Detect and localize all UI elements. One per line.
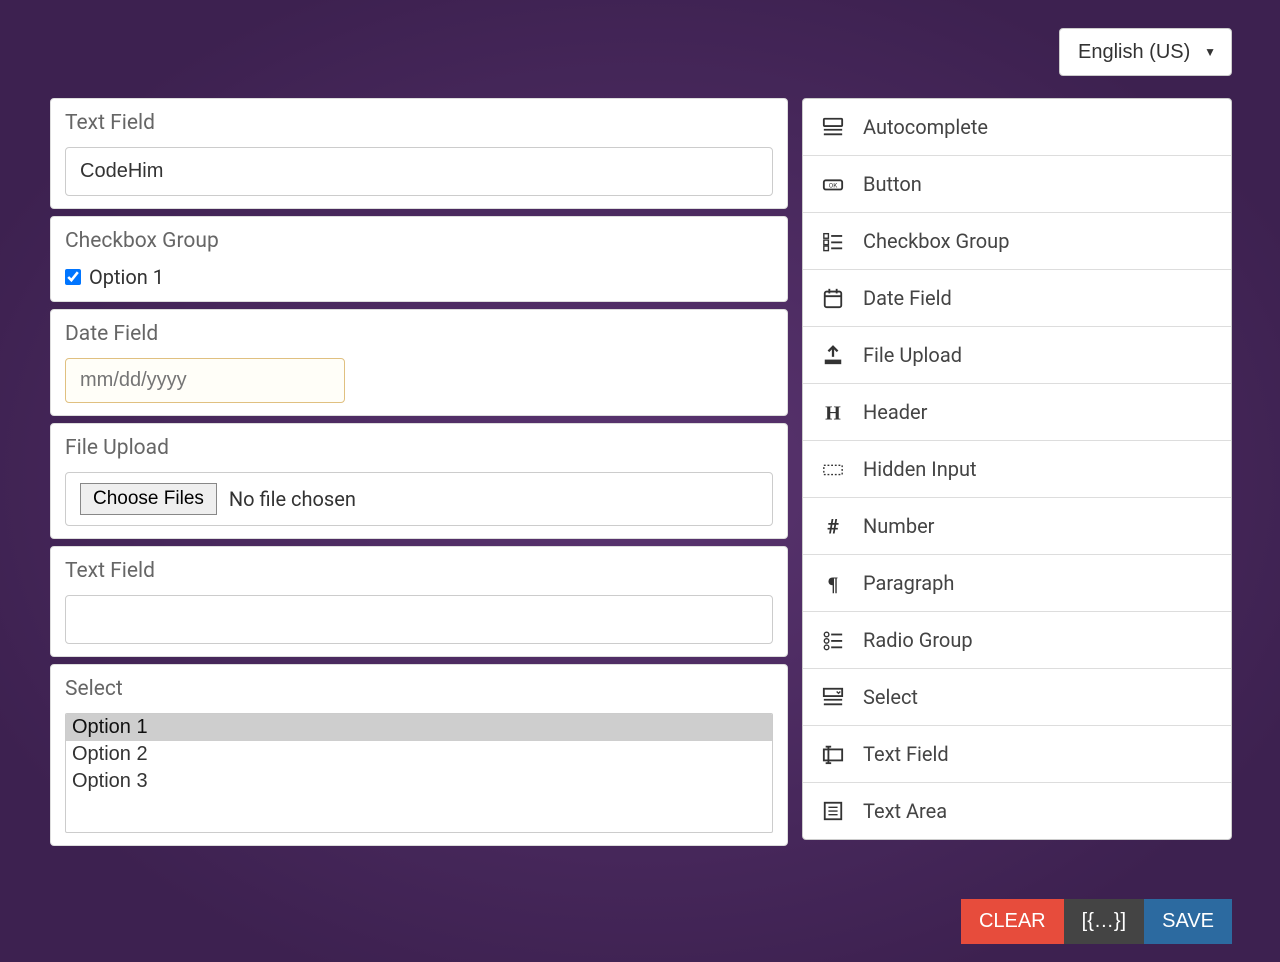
file-status-text: No file chosen [229, 487, 356, 511]
textarea-icon [821, 799, 845, 823]
field-date[interactable]: Date Field [50, 309, 788, 416]
field-label: Select [65, 677, 773, 701]
clear-button[interactable]: CLEAR [961, 899, 1064, 944]
field-text-1[interactable]: Text Field [50, 98, 788, 209]
palette-item-text-area[interactable]: Text Area [803, 783, 1231, 839]
palette-label: Text Area [863, 799, 947, 823]
palette-item-file-upload[interactable]: File Upload [803, 327, 1231, 384]
radio-group-icon [821, 628, 845, 652]
field-checkbox-group[interactable]: Checkbox Group Option 1 [50, 216, 788, 302]
palette-label: Autocomplete [863, 115, 988, 139]
number-icon [821, 514, 845, 538]
field-file-upload[interactable]: File Upload Choose Files No file chosen [50, 423, 788, 539]
palette-label: Checkbox Group [863, 229, 1009, 253]
palette-item-text-field[interactable]: Text Field [803, 726, 1231, 783]
palette-item-autocomplete[interactable]: Autocomplete [803, 99, 1231, 156]
view-data-button[interactable]: [{…}] [1064, 899, 1144, 944]
field-label: Text Field [65, 559, 773, 583]
calendar-icon [821, 286, 845, 310]
control-palette: Autocomplete Button Checkbox Group Date … [802, 98, 1232, 840]
language-select[interactable]: English (US) [1059, 28, 1232, 76]
palette-item-checkbox-group[interactable]: Checkbox Group [803, 213, 1231, 270]
palette-label: Header [863, 400, 927, 424]
field-label: File Upload [65, 436, 773, 460]
palette-label: Button [863, 172, 922, 196]
upload-icon [821, 343, 845, 367]
palette-label: Paragraph [863, 571, 954, 595]
checkbox-option[interactable]: Option 1 [65, 265, 773, 289]
language-select-wrap: English (US) ▼ [1059, 28, 1232, 76]
hidden-input-icon [821, 457, 845, 481]
select-input[interactable]: Option 1 Option 2 Option 3 [65, 713, 773, 833]
field-label: Text Field [65, 111, 773, 135]
text-field-icon [821, 742, 845, 766]
palette-label: Number [863, 514, 934, 538]
palette-item-number[interactable]: Number [803, 498, 1231, 555]
field-label: Checkbox Group [65, 229, 773, 253]
select-option[interactable]: Option 3 [66, 768, 772, 795]
choose-files-button[interactable]: Choose Files [80, 483, 217, 515]
palette-item-paragraph[interactable]: Paragraph [803, 555, 1231, 612]
date-input[interactable] [65, 358, 345, 403]
select-option[interactable]: Option 1 [66, 714, 772, 741]
select-option[interactable]: Option 2 [66, 741, 772, 768]
save-button[interactable]: SAVE [1144, 899, 1232, 944]
palette-item-button[interactable]: Button [803, 156, 1231, 213]
palette-label: Select [863, 685, 918, 709]
palette-item-select[interactable]: Select [803, 669, 1231, 726]
text-input[interactable] [65, 147, 773, 196]
palette-label: Text Field [863, 742, 949, 766]
paragraph-icon [821, 571, 845, 595]
file-input-wrap: Choose Files No file chosen [65, 472, 773, 526]
palette-item-header[interactable]: Header [803, 384, 1231, 441]
palette-item-date-field[interactable]: Date Field [803, 270, 1231, 327]
field-label: Date Field [65, 322, 773, 346]
palette-label: File Upload [863, 343, 962, 367]
button-icon [821, 172, 845, 196]
checkbox-input[interactable] [65, 269, 81, 285]
checkbox-group-icon [821, 229, 845, 253]
checkbox-label: Option 1 [89, 265, 164, 289]
header-icon [821, 400, 845, 424]
field-text-2[interactable]: Text Field [50, 546, 788, 657]
text-input[interactable] [65, 595, 773, 644]
palette-item-radio-group[interactable]: Radio Group [803, 612, 1231, 669]
palette-label: Radio Group [863, 628, 973, 652]
palette-label: Hidden Input [863, 457, 977, 481]
palette-label: Date Field [863, 286, 952, 310]
select-icon [821, 685, 845, 709]
field-select[interactable]: Select Option 1 Option 2 Option 3 [50, 664, 788, 846]
action-bar: CLEAR [{…}] SAVE [961, 899, 1232, 944]
form-stage: Text Field Checkbox Group Option 1 Date … [50, 98, 788, 846]
autocomplete-icon [821, 115, 845, 139]
builder-main: Text Field Checkbox Group Option 1 Date … [50, 98, 1232, 846]
palette-item-hidden-input[interactable]: Hidden Input [803, 441, 1231, 498]
